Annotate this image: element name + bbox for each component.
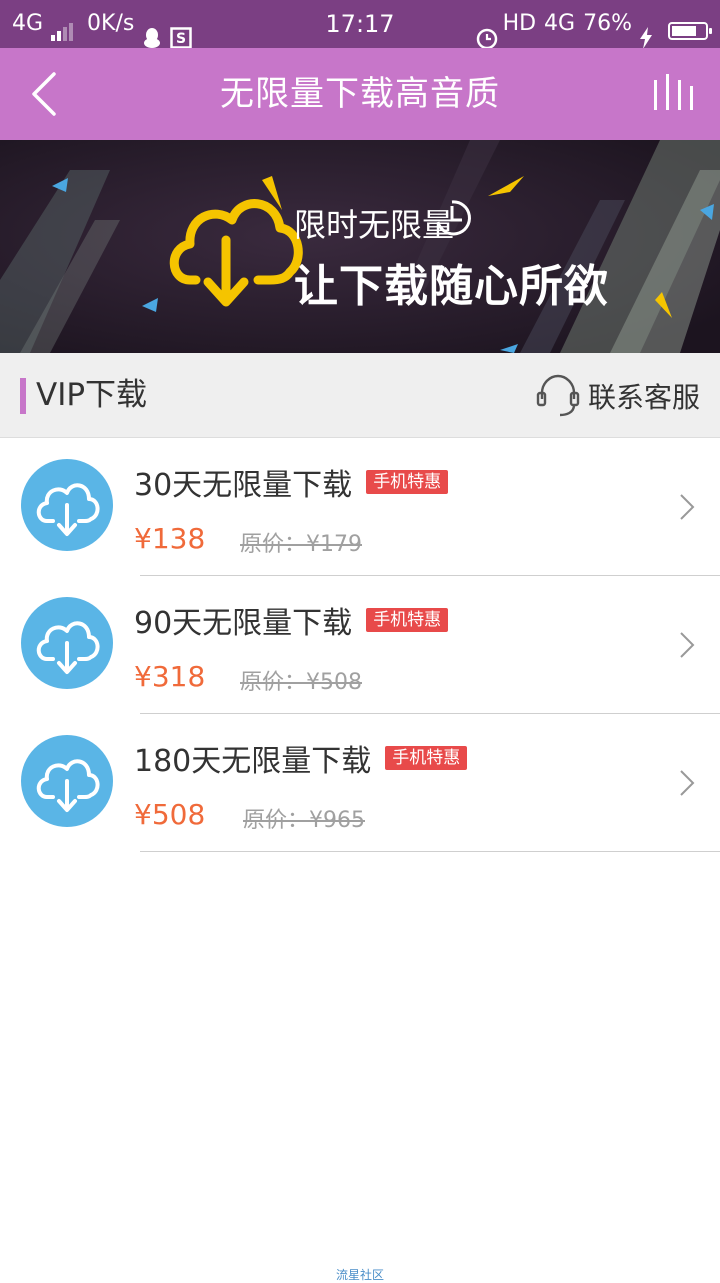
battery-icon [668,21,712,40]
product-name: 90天无限量下载 手机特惠 [134,598,449,642]
product-icon [21,459,113,551]
network-type-right: 4G [544,11,576,36]
chevron-right-icon [680,770,695,796]
promo-badge: 手机特惠 [385,746,468,770]
product-name: 180天无限量下载 手机特惠 [134,736,468,780]
equalizer-button[interactable] [646,66,706,122]
alarm-icon [475,14,497,50]
product-name-text: 30天无限量下载 [134,468,353,503]
headset-icon [536,374,580,416]
status-right: HD 4G 76% [475,0,712,50]
product-name-text: 90天无限量下载 [134,606,353,641]
promo-banner[interactable]: 限时无限量 让下载随心所欲 [0,140,720,353]
product-item-90days[interactable]: 90天无限量下载 手机特惠 ¥318 原价：¥508 [0,576,720,714]
watermark: 流星社区 [335,1268,384,1282]
product-name-text: 180天无限量下载 [134,744,372,779]
product-icon [21,597,113,689]
product-list: 30天无限量下载 手机特惠 ¥138 原价：¥179 90天无限量下载 手机特惠… [0,438,720,852]
product-item-180days[interactable]: 180天无限量下载 手机特惠 ¥508 原价：¥965 [0,714,720,852]
chevron-right-icon [680,494,695,520]
nav-bar: 无限量下载高音质 [0,48,720,140]
section-header: VIP下载 联系客服 [0,353,720,438]
promo-badge: 手机特惠 [366,470,449,494]
product-item-30days[interactable]: 30天无限量下载 手机特惠 ¥138 原价：¥179 [0,438,720,576]
product-name: 30天无限量下载 手机特惠 [134,460,449,504]
service-label: 联系客服 [587,380,700,414]
page-title: 无限量下载高音质 [220,74,500,114]
divider [140,851,720,852]
equalizer-icon [654,74,693,110]
battery-percent: 76% [583,11,632,36]
original-price: 原价：¥508 [240,670,362,695]
cloud-download-icon [36,759,100,812]
banner-background [0,140,720,353]
product-price: ¥138 [134,522,206,555]
status-bar: 4G 0K/s S 17:17 HD 4G 76% [0,0,720,50]
product-price: ¥508 [134,798,206,831]
chevron-right-icon [680,632,695,658]
banner-headline: 让下载随心所欲 [294,261,609,312]
section-title: VIP下载 [36,377,148,413]
product-price: ¥318 [134,660,206,693]
promo-badge: 手机特惠 [366,608,449,632]
hd-indicator: HD [502,11,537,36]
section-accent-bar [20,378,26,414]
charging-icon [640,14,660,49]
banner-subtitle: 限时无限量 [294,206,455,244]
cloud-download-icon [36,483,100,536]
original-price: 原价：¥965 [243,808,365,833]
customer-service-button[interactable]: 联系客服 [536,353,700,438]
original-price: 原价：¥179 [240,532,362,557]
product-icon [21,735,113,827]
back-button[interactable] [18,64,78,124]
back-arrow-icon [32,72,56,116]
cloud-download-icon [36,621,100,674]
